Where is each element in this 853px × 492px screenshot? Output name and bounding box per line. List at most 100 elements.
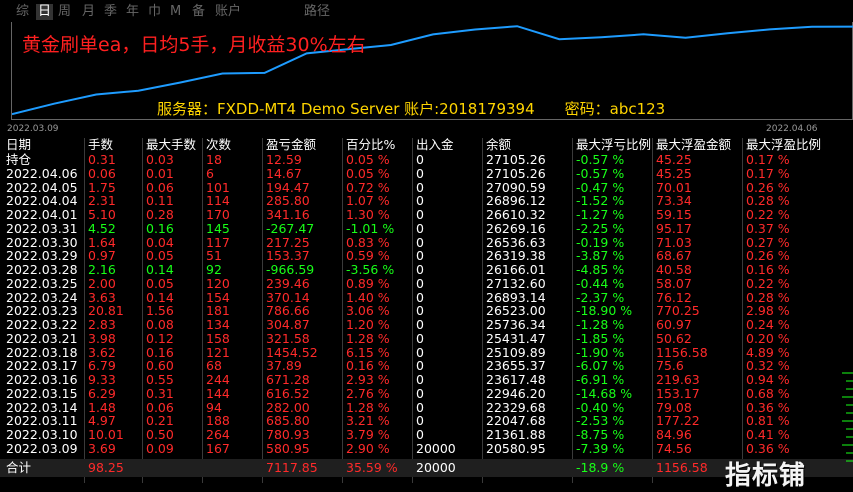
cell-1: 2.16 — [88, 262, 116, 277]
table-row: 2022.03.11 4.97 0.21 188 685.80 3.21 % 0 22047.… — [0, 414, 853, 428]
tab-2[interactable]: 周 — [58, 4, 71, 20]
cell-4: 239.46 — [266, 275, 310, 291]
tab-0[interactable]: 综 — [16, 4, 29, 20]
tab-10[interactable]: 路径 — [304, 4, 330, 20]
cell-7: 27105.26 — [486, 165, 546, 181]
cell-9: 50.62 — [656, 330, 692, 346]
cell-6: 0 — [416, 165, 424, 181]
cell-10: 0.22 % — [746, 207, 790, 222]
cell-5: -1.01 % — [346, 220, 395, 236]
cell-9: 58.07 — [656, 275, 692, 291]
cell-2: 0.14 — [146, 262, 174, 277]
cell-0: 2022.04.06 — [6, 165, 78, 181]
chart-start-date: 2022.03.09 — [7, 124, 59, 134]
cell-3: 18 — [206, 152, 222, 167]
cell-2: 0.05 — [146, 275, 174, 291]
cell-3: 170 — [206, 207, 230, 222]
cell-0: 2022.03.16 — [6, 372, 78, 387]
cell-7: 26269.16 — [486, 220, 546, 236]
watermark-logo: 指标铺 — [725, 461, 807, 491]
table-row: 2022.03.28 2.16 0.14 92 -966.59 -3.56 % 0 26166… — [0, 263, 853, 277]
cell-0: 2022.04.01 — [6, 207, 78, 222]
cell-6: 0 — [416, 207, 424, 222]
cell-10: 0.22 % — [746, 275, 790, 291]
tab-5[interactable]: 年 — [126, 4, 139, 20]
cell-7: 25736.34 — [486, 317, 546, 332]
table-row: 2022.03.23 20.81 1.56 181 786.66 3.06 % 0 26523… — [0, 304, 853, 318]
cell-5: 0.05 % — [346, 152, 390, 167]
cell-5: 0.05 % — [346, 165, 390, 181]
table-row: 2022.04.04 2.31 0.11 114 285.80 1.07 % 0 26896.… — [0, 194, 853, 208]
tab-6[interactable]: 巾 — [148, 4, 161, 20]
cell-4: 341.16 — [266, 207, 310, 222]
cell-3: 120 — [206, 275, 230, 291]
cell-2: 0.31 — [146, 385, 174, 401]
table-row: 2022.03.10 10.01 0.50 264 780.93 3.79 % 0 21361… — [0, 428, 853, 442]
tab-7[interactable]: M — [170, 4, 181, 20]
cell-3: 158 — [206, 330, 230, 346]
cell-8: -6.91 % — [576, 372, 625, 387]
cell-6: 0 — [416, 220, 424, 236]
table-row: 2022.03.18 3.62 0.16 121 1454.52 6.15 % 0 25109… — [0, 345, 853, 360]
cell-1: 3.69 — [88, 440, 116, 456]
tab-3[interactable]: 月 — [82, 4, 95, 20]
table-row: 2022.03.24 3.63 0.14 154 370.14 1.40 % 0 26893.… — [0, 290, 853, 305]
cell-1: 2.83 — [88, 317, 116, 332]
cell-5: 1.20 % — [346, 317, 390, 332]
cell-8: -1.85 % — [576, 330, 625, 346]
chart-headline: 黄金刷单ea，日均5手，月收益30%左右 — [22, 34, 366, 56]
cell-0: 2022.03.31 — [6, 220, 78, 236]
cell-6: 0 — [416, 330, 424, 346]
cell-9: 95.17 — [656, 220, 692, 236]
cell-10: 0.24 % — [746, 317, 790, 332]
table-row: 2022.03.16 9.33 0.55 244 671.28 2.93 % 0 23617.… — [0, 373, 853, 387]
cell-3: 144 — [206, 385, 230, 401]
cell-3: 264 — [206, 427, 230, 442]
tab-4[interactable]: 季 — [104, 4, 117, 20]
cell-2: 0.50 — [146, 427, 174, 442]
cell-1: 4.52 — [88, 220, 116, 236]
cell-6: 0 — [416, 372, 424, 387]
tab-8[interactable]: 备 — [192, 4, 205, 20]
cell-7: 22946.20 — [486, 385, 546, 401]
table-row: 日期 手数 最大手数 次数 盈亏金额 百分比% 出入金 余额 最大浮亏比例 最大浮盈金额 最大浮盈比… — [0, 138, 853, 152]
cell-8: -2.25 % — [576, 220, 625, 236]
server-label: 服务器：FXDD-MT4 Demo Server 账户:2018179394 — [157, 100, 535, 118]
cell-4: 12.59 — [266, 152, 302, 167]
cell-2: 0.08 — [146, 317, 174, 332]
cell-10: 最大浮盈比例 — [746, 137, 822, 152]
cell-9: 60.97 — [656, 317, 692, 332]
tab-9[interactable]: 账户 — [215, 4, 241, 20]
cell-9: 45.25 — [656, 165, 692, 181]
cell-7: 余额 — [486, 137, 512, 152]
cell-1: 0.31 — [88, 152, 116, 167]
cell-9: 219.63 — [656, 372, 700, 387]
cell-1: 0.06 — [88, 165, 116, 181]
cell-7: 27105.26 — [486, 152, 546, 167]
cell-1: 6.29 — [88, 385, 116, 401]
cell-10: 0.37 % — [746, 220, 790, 236]
cell-1: 5.10 — [88, 207, 116, 222]
table-row: 2022.03.17 6.79 0.60 68 37.89 0.16 % 0 23655.37… — [0, 359, 853, 373]
cell-6: 0 — [416, 262, 424, 277]
table-row: 2022.03.25 2.00 0.05 120 239.46 0.89 % 0 27132.… — [0, 275, 853, 291]
cell-10: 0.94 % — [746, 372, 790, 387]
table-row: 2022.04.06 0.06 0.01 6 14.67 0.05 % 0 27105.26 -… — [0, 165, 853, 181]
cell-8: -7.39 % — [576, 440, 625, 456]
tab-1[interactable]: 日 — [36, 4, 54, 20]
cell-9: 40.58 — [656, 262, 692, 277]
cell-9: 74.56 — [656, 440, 692, 456]
table-row: 2022.04.05 1.75 0.06 101 194.47 0.72 % 0 27090.… — [0, 180, 853, 195]
cell-10: 0.41 % — [746, 427, 790, 442]
cell-6: 0 — [416, 152, 424, 167]
total-cell-1: 98.25 — [88, 460, 124, 475]
cell-0: 2022.03.25 — [6, 275, 78, 291]
cell-10: 0.36 % — [746, 440, 790, 456]
cell-1: 9.33 — [88, 372, 116, 387]
server-account-line: 服务器：FXDD-MT4 Demo Server 账户:2018179394 密码… — [157, 98, 665, 119]
cell-3: 167 — [206, 440, 230, 456]
cell-4: 14.67 — [266, 165, 302, 181]
cell-7: 26166.01 — [486, 262, 546, 277]
cell-4: 321.58 — [266, 330, 310, 346]
cell-10: 0.68 % — [746, 385, 790, 401]
